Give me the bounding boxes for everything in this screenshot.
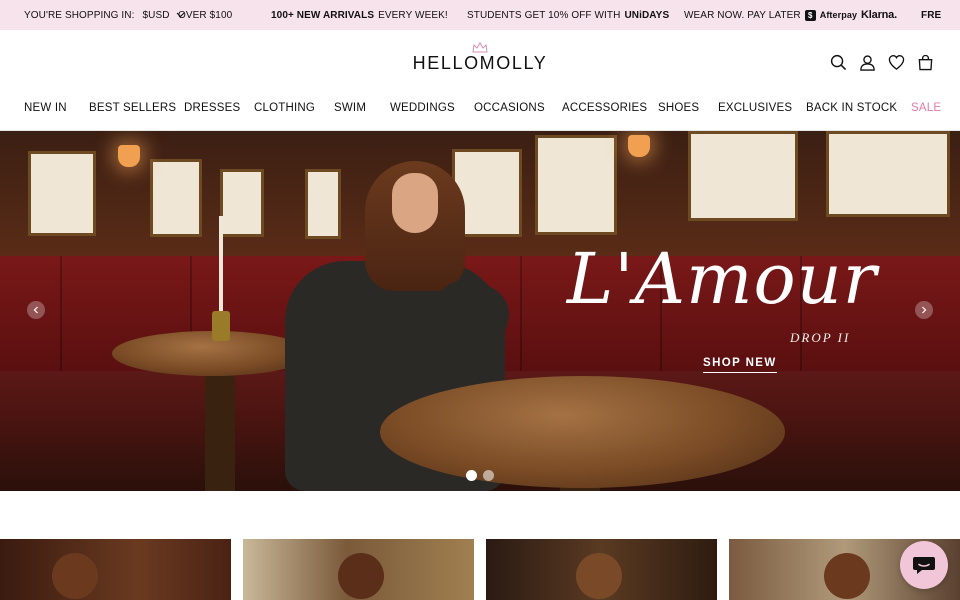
wall-art-frame: [28, 151, 96, 236]
cart-bag-icon[interactable]: [917, 54, 934, 71]
slider-prev-button[interactable]: [27, 301, 45, 319]
currency-value: $USD: [142, 9, 170, 21]
promo-next-text: FRE: [921, 9, 942, 21]
hero-banner[interactable]: L'Amour DROP II SHOP NEW: [0, 131, 960, 491]
promo-arrivals-rest: EVERY WEEK!: [378, 9, 448, 21]
category-tile[interactable]: [0, 539, 231, 600]
promo-paylater-text: WEAR NOW. PAY LATER: [684, 9, 801, 21]
promo-shipping: OVER $100: [178, 0, 232, 30]
nav-item-weddings[interactable]: WEDDINGS: [390, 102, 455, 114]
wall-art-frame: [826, 131, 950, 217]
table-leg: [205, 361, 235, 491]
nav-item-new-in[interactable]: NEW IN: [24, 102, 67, 114]
slider-dot-2[interactable]: [483, 470, 494, 481]
wishlist-heart-icon[interactable]: [888, 54, 905, 71]
site-header: HELLOMOLLY NEW IN BEST SELLERS DRESSES C…: [0, 30, 960, 131]
promo-students-text: STUDENTS GET 10% OFF WITH: [467, 9, 621, 21]
slider-dots: [466, 470, 494, 481]
slider-dot-1[interactable]: [466, 470, 477, 481]
promo-new-arrivals[interactable]: 100+ NEW ARRIVALS EVERY WEEK!: [271, 0, 448, 30]
nav-item-dresses[interactable]: DRESSES: [184, 102, 240, 114]
account-icon[interactable]: [859, 54, 876, 71]
hero-subline: DROP II: [790, 330, 851, 345]
candle: [219, 216, 223, 316]
nav-item-exclusives[interactable]: EXCLUSIVES: [718, 102, 792, 114]
chat-bubble-icon: [913, 557, 935, 574]
search-icon[interactable]: [830, 54, 847, 71]
category-tile[interactable]: [486, 539, 717, 600]
category-tiles: [0, 539, 960, 600]
wall-art-frame: [688, 131, 798, 221]
main-nav: NEW IN BEST SELLERS DRESSES CLOTHING SWI…: [0, 102, 960, 118]
wall-art-frame: [150, 159, 202, 237]
wall-lamp: [118, 145, 140, 167]
shop-new-button[interactable]: SHOP NEW: [703, 357, 777, 373]
unidays-logo: UNiDAYS: [624, 9, 670, 21]
header-icons: [830, 54, 934, 71]
promo-students[interactable]: STUDENTS GET 10% OFF WITH UNiDAYS: [467, 0, 669, 30]
nav-item-clothing[interactable]: CLOTHING: [254, 102, 315, 114]
slider-next-button[interactable]: [915, 301, 933, 319]
afterpay-badge-icon: $: [804, 9, 816, 21]
nav-item-sale[interactable]: SALE: [911, 102, 941, 114]
promo-arrivals-bold: 100+ NEW ARRIVALS: [271, 9, 375, 21]
nav-item-best-sellers[interactable]: BEST SELLERS: [89, 102, 176, 114]
hero-headline: L'Amour: [566, 238, 878, 320]
nav-item-occasions[interactable]: OCCASIONS: [474, 102, 545, 114]
wall-art-frame: [220, 169, 264, 237]
model-face: [392, 173, 438, 233]
announcement-bar: YOU'RE SHOPPING IN: $USD OVER $100 100+ …: [0, 0, 960, 30]
bistro-table-right: [380, 376, 785, 488]
afterpay-logo: Afterpay: [819, 10, 858, 20]
klarna-logo: Klarna.: [861, 9, 897, 21]
site-logo[interactable]: HELLOMOLLY: [0, 42, 960, 72]
nav-item-accessories[interactable]: ACCESSORIES: [562, 102, 647, 114]
currency-label: YOU'RE SHOPPING IN:: [24, 9, 135, 21]
chat-button[interactable]: [900, 541, 948, 589]
wall-lamp: [628, 135, 650, 157]
wall-art-frame: [535, 135, 617, 235]
wall-art-frame: [305, 169, 341, 239]
chevron-right-icon: [922, 306, 927, 314]
nav-item-shoes[interactable]: SHOES: [658, 102, 699, 114]
nav-item-swim[interactable]: SWIM: [334, 102, 366, 114]
brass-candlestick: [212, 311, 230, 341]
chevron-left-icon: [33, 306, 38, 314]
category-tile[interactable]: [243, 539, 474, 600]
promo-shipping-text: OVER $100: [178, 9, 233, 21]
logo-wordmark: HELLOMOLLY: [412, 53, 548, 73]
promo-next: FRE: [921, 0, 941, 30]
currency-selector[interactable]: YOU'RE SHOPPING IN: $USD: [24, 0, 185, 30]
nav-item-back-in-stock[interactable]: BACK IN STOCK: [806, 102, 897, 114]
promo-pay-later[interactable]: WEAR NOW. PAY LATER $ Afterpay Klarna.: [684, 0, 897, 30]
